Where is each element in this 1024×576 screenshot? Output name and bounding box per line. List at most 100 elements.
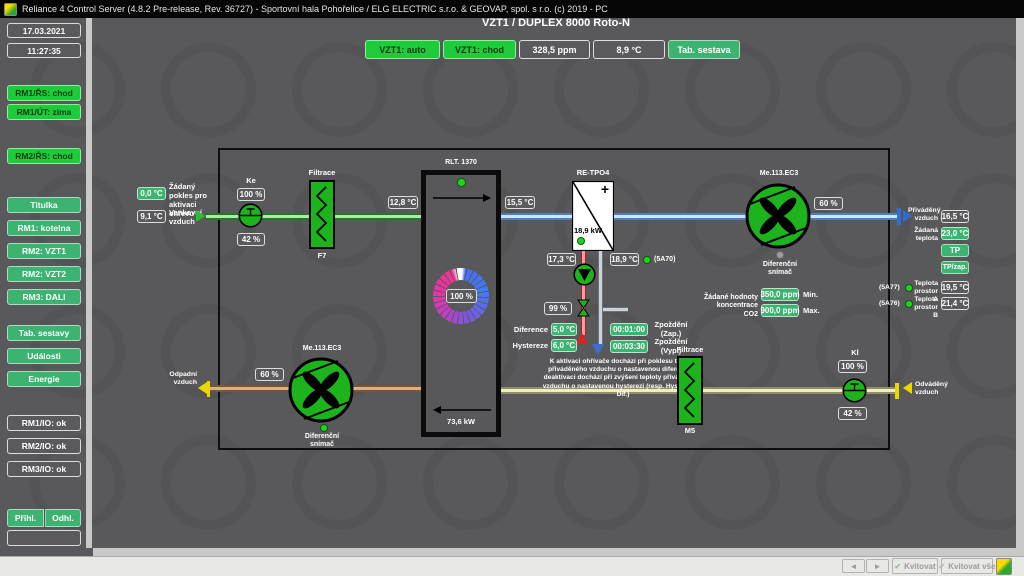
alarm-next-button[interactable]: ► [866, 559, 889, 573]
hysteresis-setpoint[interactable]: 6,0 °C [551, 339, 577, 352]
valve-icon[interactable] [577, 299, 590, 317]
sidebar-item-rm2-vzt1[interactable]: RM2: VZT1 [7, 243, 81, 259]
wheel-speed-display: 100 % [446, 289, 477, 303]
sidebar-scrollbar[interactable] [86, 18, 92, 548]
heater-label: RE-TPO4 [570, 169, 616, 178]
supply-fan-icon[interactable] [745, 183, 811, 249]
reliance-tray-icon[interactable] [996, 558, 1012, 575]
supply-fan-speed-display: 60 % [814, 197, 843, 210]
damper-ke-icon[interactable] [238, 203, 263, 228]
tab-sestava-button[interactable]: Tab. sestava [668, 40, 740, 59]
sidebar-item-titulka[interactable]: Titulka [7, 197, 81, 213]
room-a-temp-display: 19,5 °C [941, 281, 969, 294]
check-all-icon: ✔ [939, 562, 946, 571]
room-b-temp-display: 21,4 °C [941, 297, 969, 310]
extract-fan-icon[interactable] [288, 357, 354, 423]
arrow-left-icon: ◄ [850, 562, 858, 571]
filter-m5-code: M5 [677, 427, 703, 436]
tp-button[interactable]: TP [941, 244, 969, 257]
extract-air-arrow-icon [903, 382, 912, 394]
temp-after-heater-display: 18,9 °C [610, 253, 639, 266]
heating-water-branch-pipe [603, 307, 628, 312]
extract-air-label: Odváděný vzduch [915, 381, 949, 397]
co2-max-setpoint[interactable]: 900,0 ppm [761, 304, 799, 317]
acknowledge-all-label: Kvitovat vše [948, 562, 995, 571]
sensor-5a76-tag: (5A76) [879, 300, 903, 308]
vzt1-auto-button[interactable]: VZT1: auto [365, 40, 440, 59]
difference-setpoint[interactable]: 5,0 °C [551, 323, 577, 336]
sidebar-item-tab-sestavy[interactable]: Tab. sestavy [7, 325, 81, 341]
difference-label: Diference [511, 326, 548, 335]
supply-air-label: Přiváděný vzduch [908, 207, 938, 223]
outdoor-temp-readout: 8,9 °C [593, 40, 665, 59]
exhaust-air-arrow-icon [198, 382, 207, 394]
extract-fan-sensor-label: Diferenční snímač [292, 433, 352, 450]
sidebar-item-energie[interactable]: Energie [7, 371, 81, 387]
setpoint-temp-label: Žádaná teplota [908, 227, 938, 243]
damper-kl-icon[interactable] [842, 378, 867, 403]
state-rm2-rs[interactable]: RM2/ŘS: chod [7, 148, 81, 164]
damper-ke-label: Ke [236, 177, 266, 186]
acknowledge-label: Kvitovat [904, 562, 936, 571]
sidebar-empty-button [7, 530, 81, 546]
hysteresis-label: Hystereze [511, 342, 548, 351]
sensor-5a70-dot [643, 256, 651, 264]
delay-off-setpoint[interactable]: 00:03:30 [610, 340, 648, 353]
water-return-arrow-icon [592, 344, 604, 355]
supply-fan-sensor-label: Diferenční snímač [750, 261, 810, 278]
io-status-rm1: RM1/IO: ok [7, 415, 81, 431]
wheel-flow-arrow-right-icon [431, 192, 493, 204]
sidebar-item-udalosti[interactable]: Události [7, 348, 81, 364]
damper-kl-label: Kl [840, 349, 870, 358]
logout-button[interactable]: Odhl. [45, 509, 81, 527]
extract-fan-speed-display: 60 % [255, 368, 284, 381]
supply-air-temp-display: 16,5 °C [941, 210, 969, 223]
co2-readout: 328,5 ppm [519, 40, 590, 59]
alarm-prev-button[interactable]: ◄ [842, 559, 865, 573]
room-b-label: Teplota prostor B [911, 296, 938, 320]
supply-air-pipe [501, 213, 898, 220]
exhaust-outlet-marker [207, 381, 210, 397]
wheel-flow-arrow-left-icon [431, 404, 493, 416]
co2-max-label: Max. [803, 307, 823, 316]
setpoint-temp-display[interactable]: 23,0 °C [941, 227, 969, 240]
acknowledge-button[interactable]: ✔ Kvitovat [892, 558, 938, 574]
setback-setpoint-display[interactable]: 0,0 °C [137, 187, 166, 200]
sensor-5a70-tag: (5A70) [654, 256, 684, 264]
time-display: 11:27:35 [7, 43, 81, 58]
vzt1-run-button[interactable]: VZT1: chod [443, 40, 516, 59]
delay-on-setpoint[interactable]: 00:01:00 [610, 323, 648, 336]
sidebar-item-rm1-kotelna[interactable]: RM1: kotelna [7, 220, 81, 236]
acknowledge-all-button[interactable]: ✔ Kvitovat vše [941, 558, 993, 574]
damper-kl-position-display: 100 % [838, 360, 867, 373]
state-rm1-rs[interactable]: RM1/ŘS: chod [7, 85, 81, 101]
check-icon: ✔ [894, 562, 901, 571]
app-icon [4, 3, 17, 16]
temp-before-wheel-display: 12,8 °C [388, 196, 418, 209]
io-status-rm2: RM2/IO: ok [7, 438, 81, 454]
sidebar-item-rm3-dali[interactable]: RM3: DALI [7, 289, 81, 305]
sidebar-item-rm2-vzt2[interactable]: RM2: VZT2 [7, 266, 81, 282]
supply-outlet-marker [897, 208, 901, 225]
horizontal-scrollbar[interactable] [93, 548, 1016, 556]
state-rm1-ut[interactable]: RM1/ÚT: zima [7, 104, 81, 120]
temp-after-wheel-display: 15,5 °C [505, 196, 535, 209]
page-title: VZT1 / DUPLEX 8000 Roto-N [96, 17, 1016, 30]
filter-f7-label: Filtrace [305, 169, 339, 178]
reliance-scada-window: Reliance 4 Control Server (4.8.2 Pre-rel… [0, 0, 1024, 576]
title-bar: Reliance 4 Control Server (4.8.2 Pre-rel… [0, 0, 1024, 18]
water-return-temp-display: 17,3 °C [547, 253, 576, 266]
wheel-recovered-power: 73,6 kW [436, 418, 486, 427]
supply-fan-sensor-dot [776, 251, 784, 259]
login-button[interactable]: Přihl. [7, 509, 44, 527]
damper-kl-feedback-display: 42 % [838, 407, 867, 420]
io-status-rm3: RM3/IO: ok [7, 461, 81, 477]
pump-icon[interactable] [573, 263, 596, 286]
window-title: Reliance 4 Control Server (4.8.2 Pre-rel… [22, 4, 608, 14]
tp-zap-button[interactable]: TP/zap. [941, 261, 969, 274]
co2-min-setpoint[interactable]: 350,0 ppm [761, 288, 799, 301]
heater-power: 18,9 kW [574, 226, 602, 235]
wheel-label: RLT. 1370 [426, 159, 496, 167]
damper-ke-feedback-display: 42 % [237, 233, 265, 246]
vertical-scrollbar[interactable] [1016, 18, 1024, 556]
